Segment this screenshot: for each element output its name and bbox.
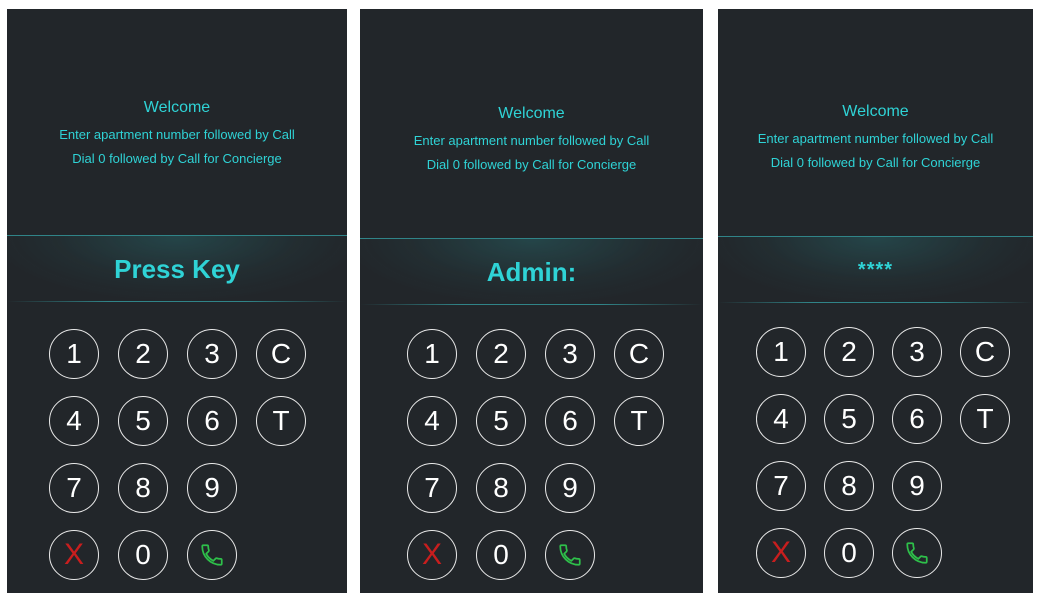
cancel-button[interactable]: X [756, 528, 806, 578]
key-0[interactable]: 0 [824, 528, 874, 578]
cancel-button[interactable]: X [49, 530, 99, 580]
key-1[interactable]: 1 [407, 329, 457, 379]
key-7[interactable]: 7 [407, 463, 457, 513]
key-8[interactable]: 8 [824, 461, 874, 511]
phone-icon [559, 544, 581, 566]
welcome-block: Welcome Enter apartment number followed … [7, 99, 347, 167]
key-clear[interactable]: C [614, 329, 664, 379]
welcome-title: Welcome [498, 105, 565, 122]
key-5[interactable]: 5 [824, 394, 874, 444]
welcome-block: Welcome Enter apartment number followed … [360, 105, 703, 173]
display-text: Admin: [486, 257, 577, 287]
key-0[interactable]: 0 [476, 530, 526, 580]
key-1[interactable]: 1 [49, 329, 99, 379]
key-8[interactable]: 8 [118, 463, 168, 513]
key-9[interactable]: 9 [892, 461, 942, 511]
key-5[interactable]: 5 [118, 396, 168, 446]
key-clear[interactable]: C [960, 327, 1010, 377]
key-4[interactable]: 4 [407, 396, 457, 446]
key-7[interactable]: 7 [49, 463, 99, 513]
key-display: Press Key [7, 235, 347, 302]
key-0[interactable]: 0 [118, 530, 168, 580]
intercom-panel-3: Welcome Enter apartment number followed … [718, 9, 1033, 593]
display-divider [7, 301, 347, 302]
key-2[interactable]: 2 [824, 327, 874, 377]
welcome-block: Welcome Enter apartment number followed … [718, 103, 1033, 171]
call-button[interactable] [892, 528, 942, 578]
instruction-line-2: Dial 0 followed by Call for Concierge [426, 157, 637, 172]
display-divider [360, 304, 703, 305]
intercom-panel-2: Welcome Enter apartment number followed … [360, 9, 703, 593]
intercom-panel-1: Welcome Enter apartment number followed … [7, 9, 347, 593]
call-button[interactable] [187, 530, 237, 580]
display-text: **** [857, 259, 894, 281]
display-divider [718, 302, 1033, 303]
key-3[interactable]: 3 [892, 327, 942, 377]
key-6[interactable]: 6 [545, 396, 595, 446]
key-4[interactable]: 4 [49, 396, 99, 446]
call-button[interactable] [545, 530, 595, 580]
key-8[interactable]: 8 [476, 463, 526, 513]
key-6[interactable]: 6 [892, 394, 942, 444]
key-7[interactable]: 7 [756, 461, 806, 511]
phone-icon [201, 544, 223, 566]
instruction-line-2: Dial 0 followed by Call for Concierge [72, 151, 282, 166]
instruction-line-1: Enter apartment number followed by Call [413, 133, 650, 148]
welcome-title: Welcome [842, 103, 909, 120]
display-text: Press Key [114, 254, 240, 284]
key-t[interactable]: T [256, 396, 306, 446]
key-2[interactable]: 2 [118, 329, 168, 379]
key-display: **** [718, 236, 1033, 303]
instruction-line-2: Dial 0 followed by Call for Concierge [770, 155, 981, 170]
key-3[interactable]: 3 [187, 329, 237, 379]
phone-icon [906, 542, 928, 564]
cancel-button[interactable]: X [407, 530, 457, 580]
key-2[interactable]: 2 [476, 329, 526, 379]
key-6[interactable]: 6 [187, 396, 237, 446]
instruction-line-1: Enter apartment number followed by Call [59, 127, 295, 142]
key-1[interactable]: 1 [756, 327, 806, 377]
key-9[interactable]: 9 [187, 463, 237, 513]
welcome-title: Welcome [143, 99, 211, 116]
key-display: Admin: [360, 238, 703, 305]
key-9[interactable]: 9 [545, 463, 595, 513]
key-5[interactable]: 5 [476, 396, 526, 446]
key-t[interactable]: T [614, 396, 664, 446]
key-t[interactable]: T [960, 394, 1010, 444]
key-3[interactable]: 3 [545, 329, 595, 379]
instruction-line-1: Enter apartment number followed by Call [757, 131, 994, 146]
key-clear[interactable]: C [256, 329, 306, 379]
key-4[interactable]: 4 [756, 394, 806, 444]
